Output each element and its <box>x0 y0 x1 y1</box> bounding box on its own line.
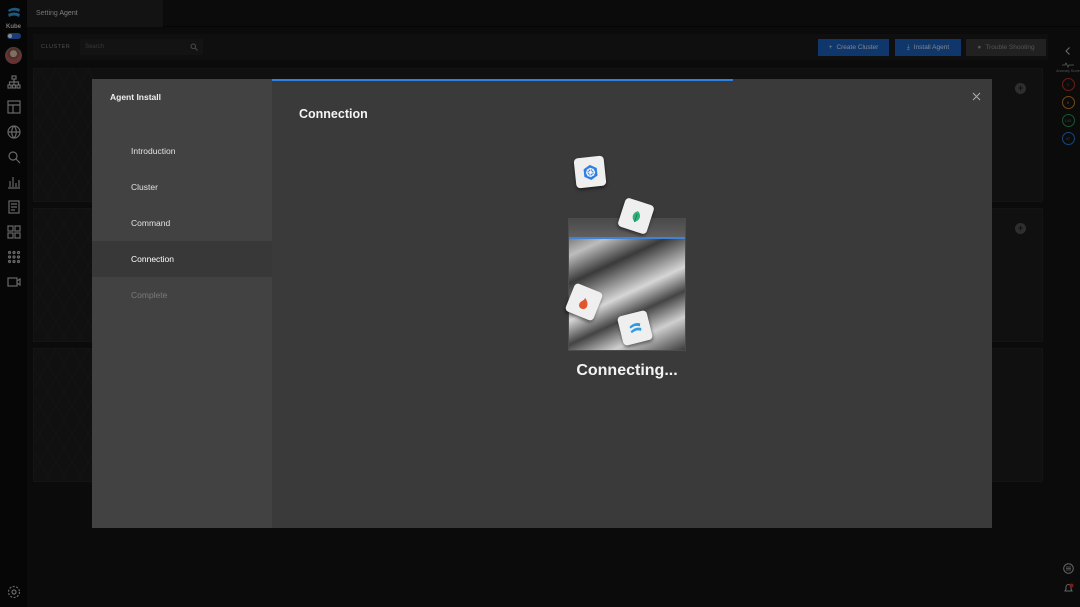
illustration-line <box>569 237 685 239</box>
modal-title: Agent Install <box>110 92 162 102</box>
app-root: Kube Setting Agent CLUSTER Search + Crea… <box>0 0 1080 607</box>
step-connection[interactable]: Connection <box>92 241 272 277</box>
step-introduction[interactable]: Introduction <box>92 133 272 169</box>
step-cluster[interactable]: Cluster <box>92 169 272 205</box>
flame-icon <box>578 297 588 309</box>
leaf-icon <box>632 210 640 222</box>
wizard-content: Connection Connecting... <box>272 79 992 528</box>
step-complete: Complete <box>131 290 168 300</box>
step-command[interactable]: Command <box>92 205 272 241</box>
close-icon[interactable] <box>972 92 981 101</box>
brand-logo-icon <box>628 322 641 333</box>
kubernetes-tile <box>573 155 607 189</box>
kubernetes-icon <box>583 164 597 180</box>
agent-install-modal: Agent Install Introduction Cluster Command… <box>92 79 992 528</box>
wizard-steps-panel: Agent Install Introduction Cluster Command… <box>92 79 272 528</box>
progress-bar <box>272 79 733 81</box>
connection-status: Connecting... <box>576 362 678 379</box>
page-title: Connection <box>299 107 368 121</box>
